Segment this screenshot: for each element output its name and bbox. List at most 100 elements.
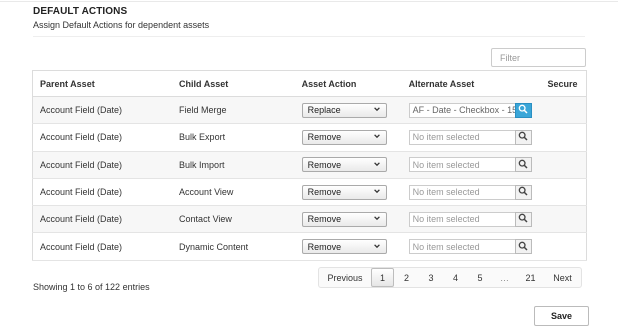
parent-asset-cell: Account Field (Date) <box>32 178 180 207</box>
column-header-parent-asset[interactable]: Parent Asset <box>32 70 180 97</box>
alternate-asset-search-button[interactable] <box>514 239 532 255</box>
section-title: DEFAULT ACTIONS <box>33 6 128 17</box>
chevron-down-icon <box>373 105 381 115</box>
column-header-child-asset[interactable]: Child Asset <box>179 70 302 97</box>
child-asset-cell: Dynamic Content <box>179 232 302 261</box>
chevron-down-icon <box>373 160 381 170</box>
top-border <box>0 1 618 2</box>
asset-action-cell: Remove <box>301 151 409 179</box>
chevron-down-icon <box>373 214 381 224</box>
alternate-asset-cell: No item selected <box>408 232 548 261</box>
child-asset-cell: Bulk Export <box>179 123 302 152</box>
asset-action-select[interactable]: Replace <box>301 102 387 118</box>
filter-input[interactable] <box>491 48 586 67</box>
asset-action-cell: Remove <box>301 123 409 152</box>
pagination-page-2[interactable]: 2 <box>394 268 419 287</box>
secure-cell <box>547 96 587 125</box>
save-button[interactable]: Save <box>534 306 589 326</box>
header-divider <box>33 36 585 37</box>
child-asset-cell: Field Merge <box>179 96 302 125</box>
asset-action-cell: Remove <box>301 205 409 234</box>
table-row: Account Field (Date) Contact View Remove No… <box>32 205 587 234</box>
table-header-row: Parent Asset Child Asset Asset Action Al… <box>32 70 587 97</box>
alternate-asset-picker: No item selected <box>408 157 532 173</box>
alternate-asset-cell: AF - Date - Checkbox - 15 <box>408 96 548 125</box>
entries-status: Showing 1 to 6 of 122 entries <box>33 282 150 292</box>
parent-asset-cell: Account Field (Date) <box>32 151 180 179</box>
column-header-asset-action[interactable]: Asset Action <box>301 70 409 97</box>
search-icon <box>518 131 528 143</box>
section-header: DEFAULT ACTIONS Assign Default Actions f… <box>33 6 209 30</box>
table-row: Account Field (Date) Field Merge Replace AF… <box>32 96 587 125</box>
alternate-asset-field[interactable]: No item selected <box>408 211 515 227</box>
alternate-asset-field[interactable]: No item selected <box>408 129 515 145</box>
search-icon <box>518 186 528 198</box>
alternate-asset-field[interactable]: No item selected <box>408 157 515 173</box>
child-asset-cell: Contact View <box>179 205 302 234</box>
section-subtitle: Assign Default Actions for dependent ass… <box>33 20 210 30</box>
parent-asset-cell: Account Field (Date) <box>32 96 180 125</box>
pagination-ellipsis: … <box>500 272 509 283</box>
search-icon <box>518 213 528 225</box>
pagination-previous[interactable]: Previous <box>319 268 371 287</box>
alternate-asset-search-button[interactable] <box>514 184 532 200</box>
asset-action-select[interactable]: Remove <box>301 157 387 173</box>
asset-action-value: Remove <box>307 159 342 170</box>
dependent-assets-table: Parent Asset Child Asset Asset Action Al… <box>32 70 587 261</box>
pagination-page-3[interactable]: 3 <box>419 268 443 287</box>
alternate-asset-cell: No item selected <box>408 205 548 234</box>
alternate-asset-picker: No item selected <box>408 239 532 255</box>
search-icon <box>518 159 528 171</box>
pagination-page-21[interactable]: 21 <box>517 268 544 287</box>
asset-action-cell: Remove <box>301 232 409 261</box>
alternate-asset-picker: No item selected <box>408 211 532 227</box>
alternate-asset-field[interactable]: No item selected <box>408 184 515 200</box>
asset-action-value: Remove <box>307 241 342 252</box>
alternate-asset-cell: No item selected <box>408 151 548 179</box>
pagination: Previous 1 2 3 4 5 … 21 Next <box>318 267 582 288</box>
asset-action-value: Remove <box>307 214 342 225</box>
asset-action-select[interactable]: Remove <box>301 211 387 227</box>
pagination-page-4[interactable]: 4 <box>443 268 468 287</box>
alternate-asset-search-button[interactable] <box>514 129 532 145</box>
pagination-page-1[interactable]: 1 <box>371 268 394 287</box>
chevron-down-icon <box>373 187 381 197</box>
column-header-alternate-asset[interactable]: Alternate Asset <box>408 70 548 97</box>
asset-action-select[interactable]: Remove <box>301 239 387 255</box>
asset-action-select[interactable]: Remove <box>301 129 387 145</box>
asset-action-value: Remove <box>307 187 342 198</box>
secure-cell <box>547 205 587 234</box>
alternate-asset-cell: No item selected <box>408 123 548 152</box>
alternate-asset-search-button[interactable] <box>514 102 532 118</box>
asset-action-select[interactable]: Remove <box>301 184 387 200</box>
secure-cell <box>547 232 587 261</box>
alternate-asset-search-button[interactable] <box>514 211 532 227</box>
alternate-asset-search-button[interactable] <box>514 157 532 173</box>
alternate-asset-cell: No item selected <box>408 178 548 207</box>
column-header-secure[interactable]: Secure <box>547 70 587 97</box>
table-body: Account Field (Date) Field Merge Replace AF… <box>32 96 587 261</box>
asset-action-cell: Remove <box>301 178 409 207</box>
search-icon <box>518 241 528 253</box>
asset-action-value: Remove <box>307 132 342 143</box>
secure-cell <box>547 123 587 152</box>
pagination-next[interactable]: Next <box>544 268 581 287</box>
table-row: Account Field (Date) Bulk Import Remove No … <box>32 151 587 179</box>
search-icon <box>518 104 528 116</box>
table-row: Account Field (Date) Bulk Export Remove No … <box>32 123 587 152</box>
parent-asset-cell: Account Field (Date) <box>32 232 180 261</box>
asset-action-cell: Replace <box>301 96 409 125</box>
child-asset-cell: Bulk Import <box>179 151 302 179</box>
secure-cell <box>547 178 587 207</box>
alternate-asset-field[interactable]: AF - Date - Checkbox - 15 <box>408 102 515 118</box>
alternate-asset-picker: No item selected <box>408 129 532 145</box>
pagination-page-5[interactable]: 5 <box>468 268 492 287</box>
chevron-down-icon <box>373 242 381 252</box>
table-row: Account Field (Date) Account View Remove No… <box>32 178 587 207</box>
parent-asset-cell: Account Field (Date) <box>32 123 180 152</box>
alternate-asset-field[interactable]: No item selected <box>408 239 515 255</box>
chevron-down-icon <box>373 132 381 142</box>
table-row: Account Field (Date) Dynamic Content Remov… <box>32 232 587 261</box>
parent-asset-cell: Account Field (Date) <box>32 205 180 234</box>
alternate-asset-picker: No item selected <box>408 184 532 200</box>
